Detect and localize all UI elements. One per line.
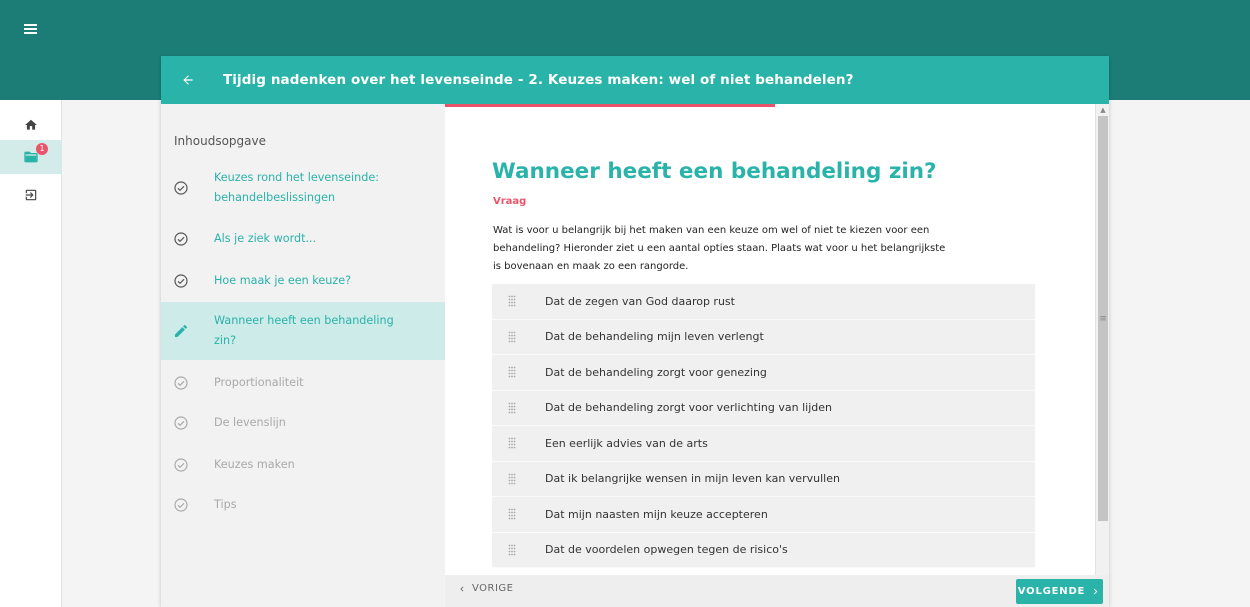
- ranking-option[interactable]: Dat de behandeling mijn leven verlengt: [492, 319, 1035, 355]
- check-circle-icon: [174, 274, 188, 288]
- drag-handle-icon[interactable]: [508, 295, 516, 307]
- check-circle-icon: [174, 376, 188, 390]
- option-text: Dat de behandeling zorgt voor verlichtin…: [545, 401, 832, 415]
- drag-handle-icon[interactable]: [508, 331, 516, 343]
- drag-handle-icon[interactable]: [508, 402, 516, 414]
- check-circle-icon: [174, 498, 188, 512]
- toc-item-label: Proportionaliteit: [214, 376, 304, 389]
- check-circle-icon: [174, 416, 188, 430]
- ranking-option[interactable]: Een eerlijk advies van de arts: [492, 426, 1035, 462]
- toc-item-label: De levenslijn: [214, 416, 286, 429]
- grip-lines-icon: ≡: [1099, 313, 1107, 324]
- chevron-right-icon: [1094, 588, 1098, 595]
- ranking-option[interactable]: Dat de behandeling zorgt voor genezing: [492, 355, 1035, 391]
- check-circle-icon: [174, 458, 188, 472]
- previous-label: VORIGE: [472, 583, 514, 594]
- ranking-option[interactable]: Dat de zegen van God daarop rust: [492, 284, 1035, 320]
- drag-handle-icon[interactable]: [508, 437, 516, 449]
- drag-handle-icon[interactable]: [508, 508, 516, 520]
- home-button[interactable]: [0, 108, 62, 142]
- toc-item-keuze-maken[interactable]: Hoe maak je een keuze?: [161, 264, 445, 298]
- hamburger-menu-icon[interactable]: [24, 22, 44, 40]
- modules-folder-button[interactable]: 1: [0, 140, 62, 174]
- option-text: Dat de zegen van God daarop rust: [545, 294, 735, 308]
- toc-item-label: Tips: [214, 498, 237, 511]
- toc-item-label: Als je ziek wordt...: [214, 232, 317, 245]
- ranking-list: Dat de zegen van God daarop rust Dat de …: [492, 284, 1035, 568]
- option-text: Dat ik belangrijke wensen in mijn leven …: [545, 472, 840, 486]
- navigation-rail: 1: [0, 100, 62, 607]
- option-text: Dat mijn naasten mijn keuze accepteren: [545, 507, 768, 521]
- lesson-footer: VORIGE VOLGENDE: [445, 575, 1109, 607]
- next-button[interactable]: VOLGENDE: [1016, 579, 1103, 604]
- table-of-contents: Inhoudsopgave Keuzes rond het levenseind…: [161, 104, 445, 607]
- notification-badge: 1: [36, 143, 48, 155]
- option-text: Dat de voordelen opwegen tegen de risico…: [545, 543, 788, 557]
- progress-bar: [445, 104, 775, 107]
- ranking-option[interactable]: Dat ik belangrijke wensen in mijn leven …: [492, 461, 1035, 497]
- panel-header: Tijdig nadenken over het levenseinde - 2…: [161, 56, 1109, 104]
- toc-item-proportionaliteit[interactable]: Proportionaliteit: [161, 366, 445, 400]
- drag-handle-icon[interactable]: [508, 366, 516, 378]
- ranking-option[interactable]: Dat de behandeling zorgt voor verlichtin…: [492, 390, 1035, 426]
- ranking-option[interactable]: Dat de voordelen opwegen tegen de risico…: [492, 532, 1035, 568]
- toc-item-label: Wanneer heeft een behandeling zin?: [214, 314, 394, 347]
- lesson-content: Wanneer heeft een behandeling zin? Vraag…: [445, 104, 1095, 575]
- toc-item-label: Hoe maak je een keuze?: [214, 274, 352, 287]
- question-label: Vraag: [493, 196, 527, 207]
- exit-icon: [25, 189, 37, 201]
- ranking-option[interactable]: Dat mijn naasten mijn keuze accepteren: [492, 497, 1035, 533]
- toc-item-keuzes-levenseinde[interactable]: Keuzes rond het levenseinde: behandelbes…: [161, 164, 445, 212]
- option-text: Dat de behandeling zorgt voor genezing: [545, 365, 767, 379]
- lesson-title: Wanneer heeft een behandeling zin?: [492, 159, 937, 184]
- pencil-icon: [175, 324, 188, 337]
- home-icon: [25, 119, 37, 130]
- toc-heading: Inhoudsopgave: [174, 134, 266, 148]
- content-scrollbar[interactable]: ▲ ≡: [1095, 104, 1109, 575]
- question-text: Wat is voor u belangrijk bij het maken v…: [493, 225, 946, 272]
- toc-item-label: Keuzes rond het levenseinde: behandelbes…: [214, 171, 380, 204]
- toc-item-label: Keuzes maken: [214, 458, 295, 471]
- previous-button[interactable]: VORIGE: [457, 583, 514, 594]
- check-circle-icon: [174, 232, 188, 246]
- check-circle-icon: [174, 181, 188, 195]
- toc-item-ziek-wordt[interactable]: Als je ziek wordt...: [161, 222, 445, 256]
- chevron-left-icon: [460, 586, 464, 591]
- toc-item-keuzes-maken[interactable]: Keuzes maken: [161, 448, 445, 482]
- next-label: VOLGENDE: [1017, 586, 1086, 597]
- drag-handle-icon[interactable]: [508, 544, 516, 556]
- logout-button[interactable]: [0, 178, 62, 212]
- option-text: Dat de behandeling mijn leven verlengt: [545, 330, 764, 344]
- toc-item-tips[interactable]: Tips: [161, 488, 445, 522]
- option-text: Een eerlijk advies van de arts: [545, 436, 708, 450]
- drag-handle-icon[interactable]: [508, 473, 516, 485]
- module-title: Tijdig nadenken over het levenseinde - 2…: [223, 72, 854, 88]
- toc-item-behandeling-zin[interactable]: Wanneer heeft een behandeling zin?: [161, 302, 445, 360]
- module-panel: Tijdig nadenken over het levenseinde - 2…: [161, 56, 1109, 607]
- scroll-up-arrow-icon[interactable]: ▲: [1096, 104, 1110, 116]
- scroll-thumb[interactable]: ≡: [1098, 116, 1108, 521]
- toc-item-levenslijn[interactable]: De levenslijn: [161, 406, 445, 440]
- back-arrow-icon[interactable]: [181, 70, 201, 90]
